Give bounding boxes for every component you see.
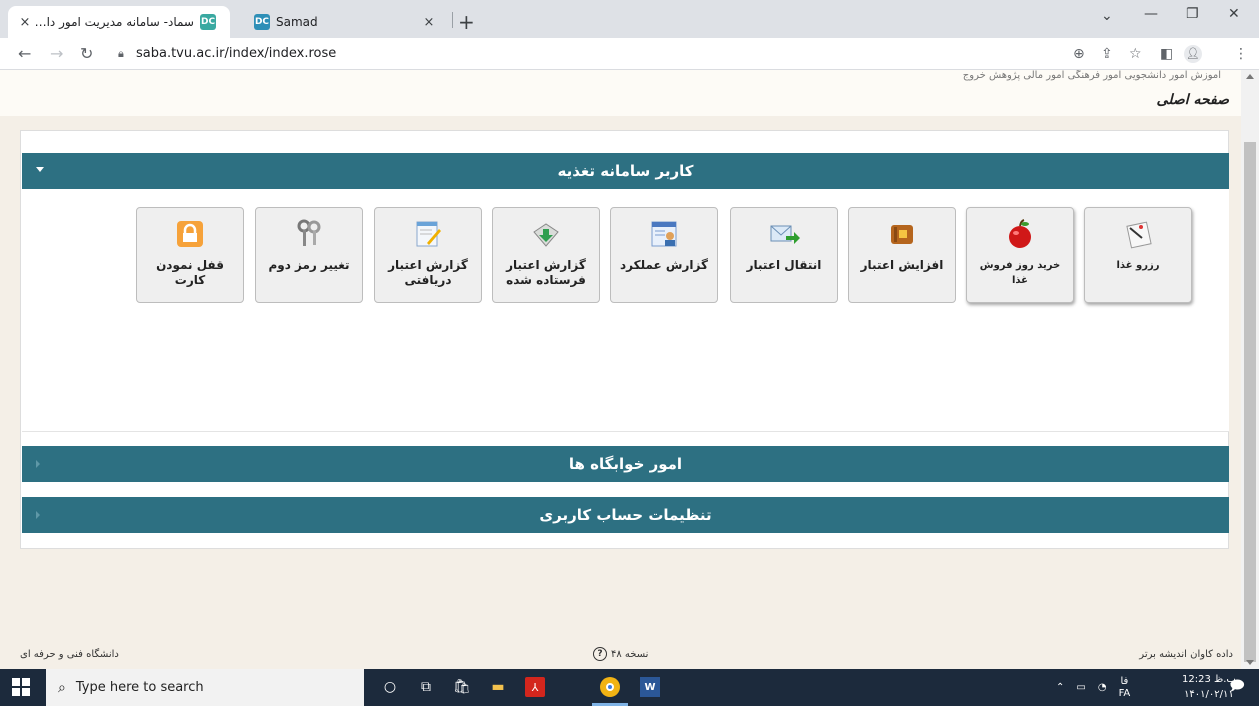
footer-university: دانشگاه فنی و حرفه ای — [20, 648, 119, 660]
browser-tab-samad-system[interactable]: DC سماد- سامانه مدیریت امور دانشجو × — [8, 6, 230, 38]
word-icon[interactable]: W — [640, 677, 660, 697]
notification-icon[interactable]: 🗩 — [1227, 677, 1247, 697]
browser-toolbar: ← → ↻ 🔒︎ saba.tvu.ac.ir/index/index.rose… — [0, 38, 1259, 70]
battery-icon[interactable]: ▭ — [1076, 682, 1085, 693]
footer-version: نسخه ۴۸ ? — [593, 647, 648, 661]
collapsed-caret-icon — [36, 511, 40, 519]
close-window-icon[interactable]: ✕ — [1228, 6, 1240, 22]
scroll-down-icon[interactable] — [1246, 660, 1254, 665]
tile-label: تغییر رمز دوم — [268, 258, 350, 272]
browser-tab-samad[interactable]: DC Samad × — [238, 6, 448, 38]
tile-performance-report[interactable]: گزارش عملکرد — [610, 207, 718, 303]
tab-title: سماد- سامانه مدیریت امور دانشجو — [34, 15, 194, 29]
samad-favicon-icon: DC — [254, 14, 270, 30]
sent-download-icon — [530, 218, 562, 250]
report-user-icon — [648, 218, 680, 250]
close-tab-icon[interactable]: × — [420, 15, 438, 30]
breadcrumb[interactable]: صفحه اصلی — [1157, 92, 1229, 108]
new-tab-button[interactable]: + — [458, 10, 475, 34]
envelope-arrow-icon — [768, 218, 800, 250]
section-header-food-user[interactable]: کاربر سامانه تغذیه — [22, 153, 1229, 189]
keys-icon — [293, 218, 325, 250]
acrobat-icon[interactable]: ⅄ — [525, 677, 545, 697]
file-explorer-icon[interactable]: ▬ — [488, 677, 508, 697]
tile-label: گزارش اعتبار فرستاده شده — [506, 258, 586, 287]
taskbar-search-box[interactable]: ⌕ Type here to search — [46, 669, 364, 706]
tab-search-chevron-icon[interactable]: ⌄ — [1101, 8, 1113, 24]
share-icon[interactable]: ⇪ — [1101, 46, 1113, 62]
scroll-up-icon[interactable] — [1246, 74, 1254, 79]
chrome-icon[interactable] — [600, 677, 620, 697]
side-panel-icon[interactable]: ◧ — [1160, 46, 1173, 62]
task-view-icon[interactable]: ⧉ — [416, 677, 436, 697]
tile-food-reserve[interactable]: رزرو غذا — [1084, 207, 1192, 303]
help-icon[interactable]: ? — [593, 647, 607, 661]
tab-title: Samad — [276, 15, 318, 29]
food-services-tiles: رزرو غذا خرید روز فروش غذا افزایش اعتبار… — [22, 189, 1229, 432]
samad-favicon-icon: DC — [200, 14, 216, 30]
tile-label: قفل نمودن کارت — [156, 258, 224, 287]
reload-icon[interactable]: ↻ — [80, 44, 93, 63]
top-menu-cutoff-text[interactable]: اموزش امور دانشجویی امور فرهنگی امور مال… — [963, 70, 1221, 81]
tile-increase-credit[interactable]: افزایش اعتبار — [848, 207, 956, 303]
address-bar[interactable]: saba.tvu.ac.ir/index/index.rose — [136, 46, 336, 61]
section-title: کاربر سامانه تغذیه — [557, 162, 694, 180]
wallet-icon — [886, 218, 918, 250]
tile-label: انتقال اعتبار — [746, 258, 822, 272]
windows-start-icon[interactable] — [12, 678, 30, 696]
minimize-icon[interactable]: — — [1144, 6, 1158, 22]
zoom-icon[interactable]: ⊕ — [1073, 46, 1085, 62]
back-arrow-icon[interactable]: ← — [18, 44, 31, 63]
bookmark-star-icon[interactable]: ☆ — [1129, 46, 1142, 62]
tile-label: افزایش اعتبار — [860, 258, 944, 272]
tile-change-second-password[interactable]: تغییر رمز دوم — [255, 207, 363, 303]
version-text: نسخه ۴۸ — [611, 648, 649, 660]
collapsed-caret-icon — [36, 460, 40, 468]
footer-company: داده کاوان اندیشه برتر — [1139, 648, 1233, 660]
expand-caret-icon — [36, 167, 44, 172]
page-footer: داده کاوان اندیشه برتر نسخه ۴۸ ? دانشگاه… — [0, 639, 1241, 669]
tab-divider — [452, 12, 453, 28]
windows-taskbar: ⌕ Type here to search ○ ⧉ 🛍︎ ▬ ⅄ W ⌃ ▭ ◔… — [0, 669, 1259, 706]
lock-icon[interactable]: 🔒︎ — [118, 47, 124, 61]
menu-kebab-icon[interactable]: ⋮ — [1234, 46, 1248, 62]
tile-transfer-credit[interactable]: انتقال اعتبار — [730, 207, 838, 303]
apple-icon — [1004, 218, 1036, 250]
tile-sent-credit-report[interactable]: گزارش اعتبار فرستاده شده — [492, 207, 600, 303]
section-title: امور خوابگاه ها — [568, 455, 683, 473]
page-viewport: اموزش امور دانشجویی امور فرهنگی امور مال… — [0, 70, 1241, 669]
section-header-account-settings[interactable]: تنظیمات حساب کاربری — [22, 497, 1229, 533]
tray-chevron-icon[interactable]: ⌃ — [1056, 682, 1064, 693]
section-header-dormitory[interactable]: امور خوابگاه ها — [22, 446, 1229, 482]
search-placeholder: Type here to search — [75, 680, 204, 695]
section-title: تنظیمات حساب کاربری — [539, 506, 712, 524]
browser-tab-bar: DC سماد- سامانه مدیریت امور دانشجو × DC … — [0, 0, 1259, 38]
tile-label: گزارش عملکرد — [620, 258, 708, 272]
notepad-pencil-icon — [412, 218, 444, 250]
tile-label: گزارش اعتبار دریافتی — [388, 258, 468, 287]
tile-received-credit-report[interactable]: گزارش اعتبار دریافتی — [374, 207, 482, 303]
top-navigation-strip: اموزش امور دانشجویی امور فرهنگی امور مال… — [0, 70, 1241, 116]
profile-avatar-icon[interactable]: 👤︎ — [1184, 45, 1202, 63]
store-icon[interactable]: 🛍︎ — [452, 677, 472, 697]
cortana-circle-icon[interactable]: ○ — [380, 677, 400, 697]
services-panel: کاربر سامانه تغذیه رزرو غذا خرید روز فرو… — [20, 130, 1229, 549]
page-scrollbar[interactable] — [1241, 70, 1259, 669]
system-tray: ⌃ ▭ ◔ فا FA — [1056, 669, 1130, 706]
language-indicator[interactable]: فا FA — [1119, 676, 1131, 700]
restore-icon[interactable]: ❐ — [1186, 6, 1199, 22]
tile-lock-card[interactable]: قفل نمودن کارت — [136, 207, 244, 303]
food-reserve-icon — [1122, 218, 1154, 250]
tile-buy-sale-day-food[interactable]: خرید روز فروش غذا — [966, 207, 1074, 303]
search-icon: ⌕ — [58, 679, 66, 696]
tile-label: رزرو غذا — [1116, 260, 1160, 271]
close-tab-icon[interactable]: × — [16, 15, 34, 30]
lock-icon — [174, 218, 206, 250]
wifi-icon[interactable]: ◔ — [1098, 682, 1107, 693]
forward-arrow-icon[interactable]: → — [50, 44, 63, 63]
scrollbar-thumb[interactable] — [1244, 142, 1256, 662]
tile-label: خرید روز فروش غذا — [979, 260, 1061, 286]
